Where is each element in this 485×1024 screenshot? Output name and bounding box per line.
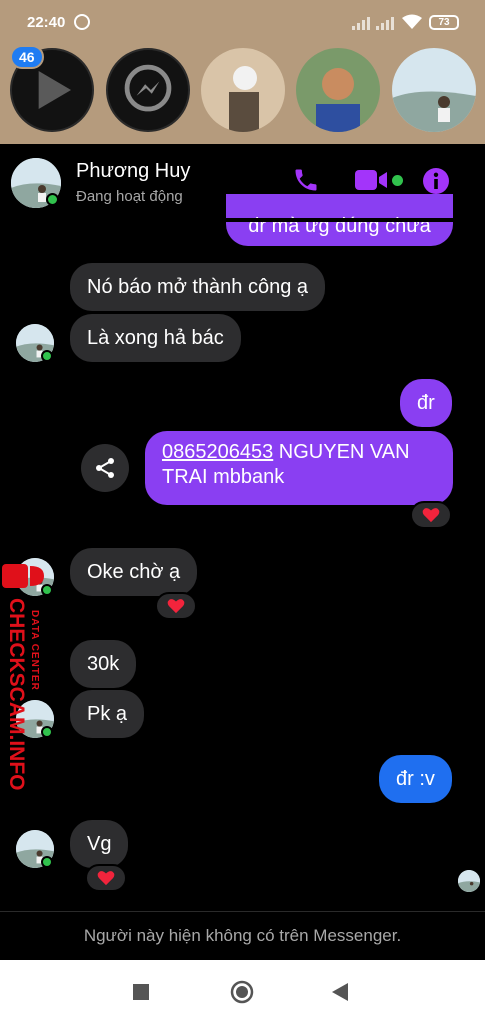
home-icon[interactable] — [230, 980, 254, 1009]
chat-head-contact-3[interactable] — [392, 48, 476, 132]
message-outgoing[interactable]: đr — [400, 379, 452, 427]
unavailable-notice: Người này hiện không có trên Messenger. — [0, 911, 485, 960]
contact-name: Phương Huy — [76, 160, 191, 182]
reaction-badge[interactable] — [85, 864, 127, 892]
message-text: TRAI mbbank — [162, 466, 285, 488]
message-incoming[interactable]: Pk ạ — [70, 690, 145, 738]
signal-icon — [352, 16, 370, 30]
share-icon — [96, 458, 114, 478]
wifi-icon — [402, 14, 422, 34]
online-indicator — [46, 193, 59, 206]
system-nav-bar — [0, 960, 485, 1024]
message-incoming[interactable]: Oke chờ ạ — [70, 548, 198, 596]
chat-panel: Phương Huy Đang hoạt động đr mà ưg dúng … — [0, 144, 485, 960]
reaction-badge[interactable] — [155, 592, 197, 620]
message-outgoing-account[interactable]: 0865206453 NGUYEN VAN TRAI mbbank — [145, 431, 453, 505]
messenger-notification-icon — [74, 14, 90, 30]
online-indicator — [41, 856, 53, 868]
back-icon[interactable] — [332, 983, 348, 1006]
avatar-image — [392, 48, 476, 132]
unread-badge: 46 — [10, 45, 44, 69]
video-online-dot — [392, 175, 403, 186]
share-button[interactable] — [81, 444, 129, 492]
message-incoming[interactable]: 30k — [70, 640, 137, 688]
messenger-icon — [124, 64, 172, 112]
avatar-image — [296, 48, 380, 132]
battery-indicator: 73 — [429, 15, 459, 30]
message-incoming[interactable]: Là xong hả bác — [70, 314, 241, 362]
header-divider — [0, 218, 485, 222]
heart-icon — [167, 599, 185, 614]
stop-icon[interactable] — [133, 984, 149, 1005]
message-incoming[interactable]: Nó báo mở thành công ạ — [70, 263, 326, 311]
chat-head-contact-2[interactable] — [296, 48, 380, 132]
status-time: 22:40 — [27, 14, 66, 31]
heart-icon — [97, 871, 115, 886]
seen-receipt-avatar — [458, 870, 480, 892]
online-indicator — [41, 350, 53, 362]
avatar-image — [201, 48, 285, 132]
watermark: CHECKSCAM.INFO DATA CENTER — [0, 552, 60, 804]
watermark-tag: DATA CENTER — [29, 610, 40, 691]
reaction-badge[interactable] — [410, 501, 452, 529]
signal-2-icon — [376, 16, 394, 30]
message-text: NGUYEN VAN — [273, 441, 410, 463]
contact-status: Đang hoạt động — [76, 188, 183, 205]
status-bar: 22:40 73 — [0, 0, 485, 44]
watermark-brand: CHECKSCAM.INFO — [5, 598, 28, 791]
chat-head-contact-1[interactable] — [201, 48, 285, 132]
message-outgoing[interactable]: đr :v — [379, 755, 452, 803]
chat-heads-bar: 46 — [0, 44, 485, 144]
heart-icon — [422, 508, 440, 523]
chat-head-messenger[interactable] — [106, 48, 190, 132]
video-icon[interactable] — [355, 168, 389, 197]
message-incoming[interactable]: Vg — [70, 820, 129, 868]
phone-number-link[interactable]: 0865206453 — [162, 441, 273, 463]
